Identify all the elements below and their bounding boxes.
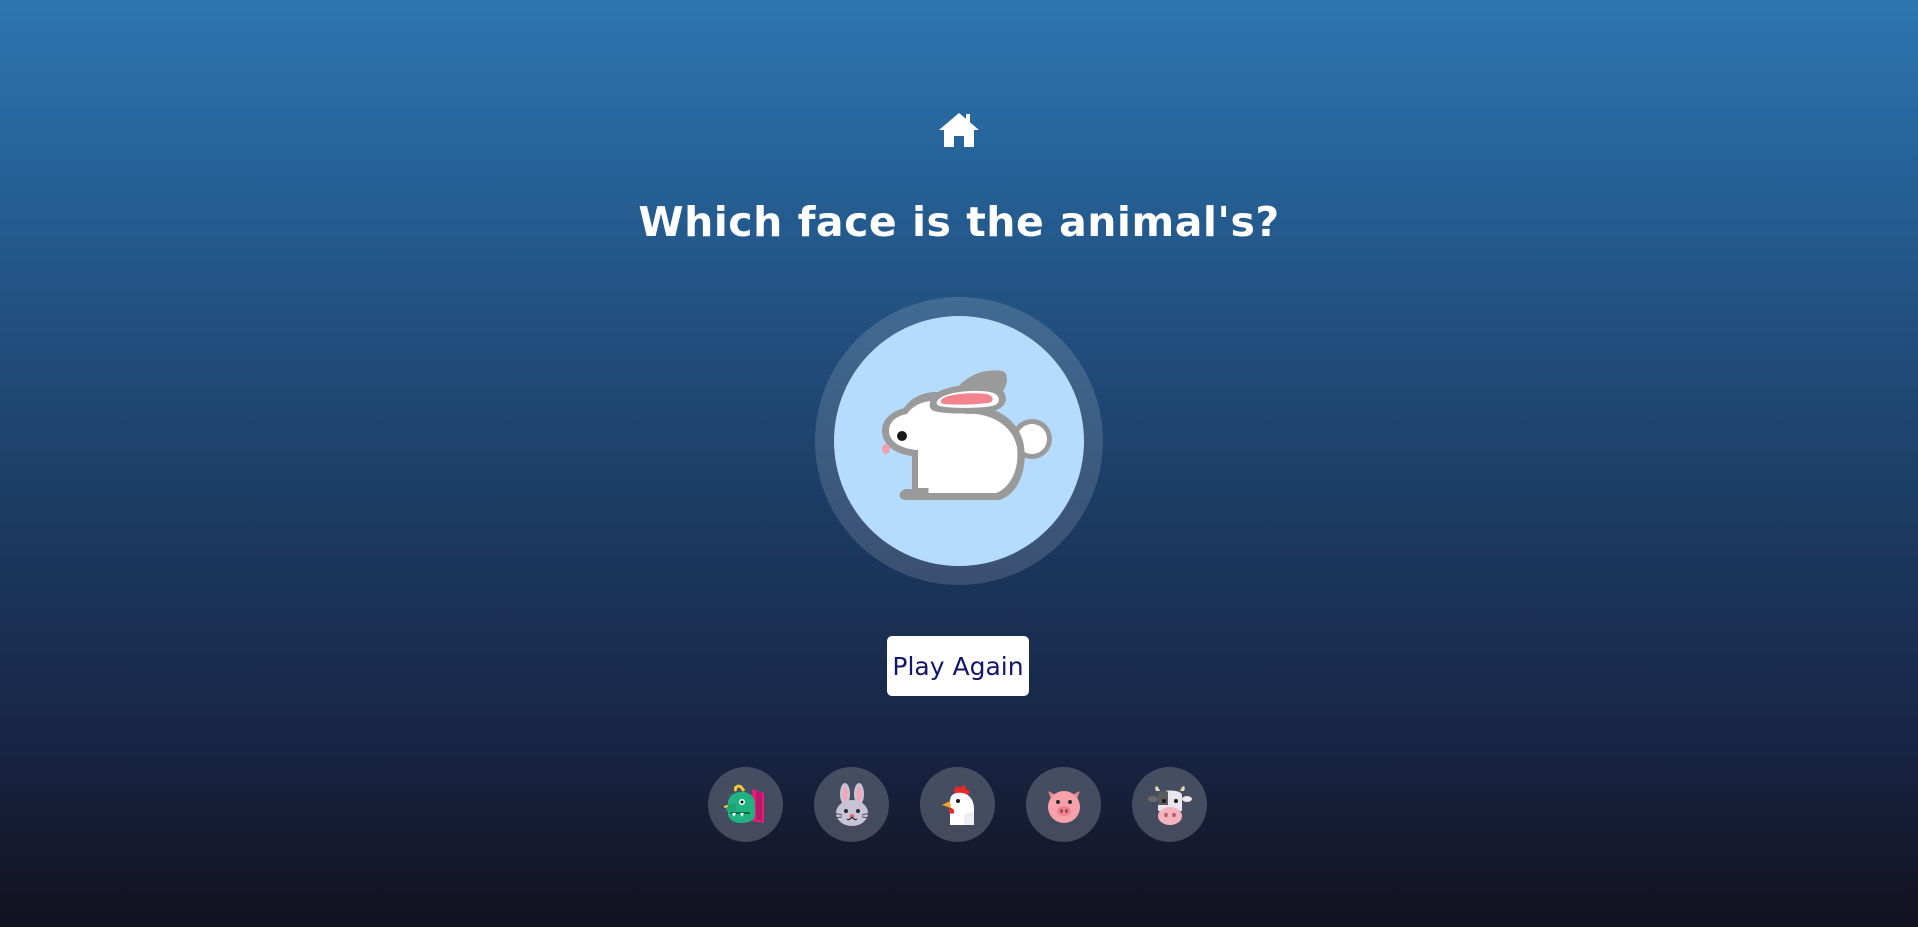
choice-cow[interactable] bbox=[1132, 767, 1207, 842]
home-button[interactable] bbox=[935, 106, 983, 154]
chicken-face-icon bbox=[941, 785, 974, 825]
cow-face-icon bbox=[1147, 785, 1192, 825]
choice-chicken[interactable] bbox=[920, 767, 995, 842]
question-title: Which face is the animal's? bbox=[638, 198, 1280, 246]
pig-face-icon bbox=[1047, 790, 1080, 823]
home-icon bbox=[939, 113, 979, 147]
play-again-button[interactable]: Play Again bbox=[887, 636, 1029, 696]
choice-dragon[interactable] bbox=[708, 767, 783, 842]
rabbit-icon bbox=[882, 370, 1052, 500]
choice-rabbit[interactable] bbox=[814, 767, 889, 842]
dragon-face-icon bbox=[723, 784, 764, 823]
rabbit-face-icon bbox=[833, 782, 870, 826]
choice-pig[interactable] bbox=[1026, 767, 1101, 842]
target-animal bbox=[834, 316, 1084, 566]
